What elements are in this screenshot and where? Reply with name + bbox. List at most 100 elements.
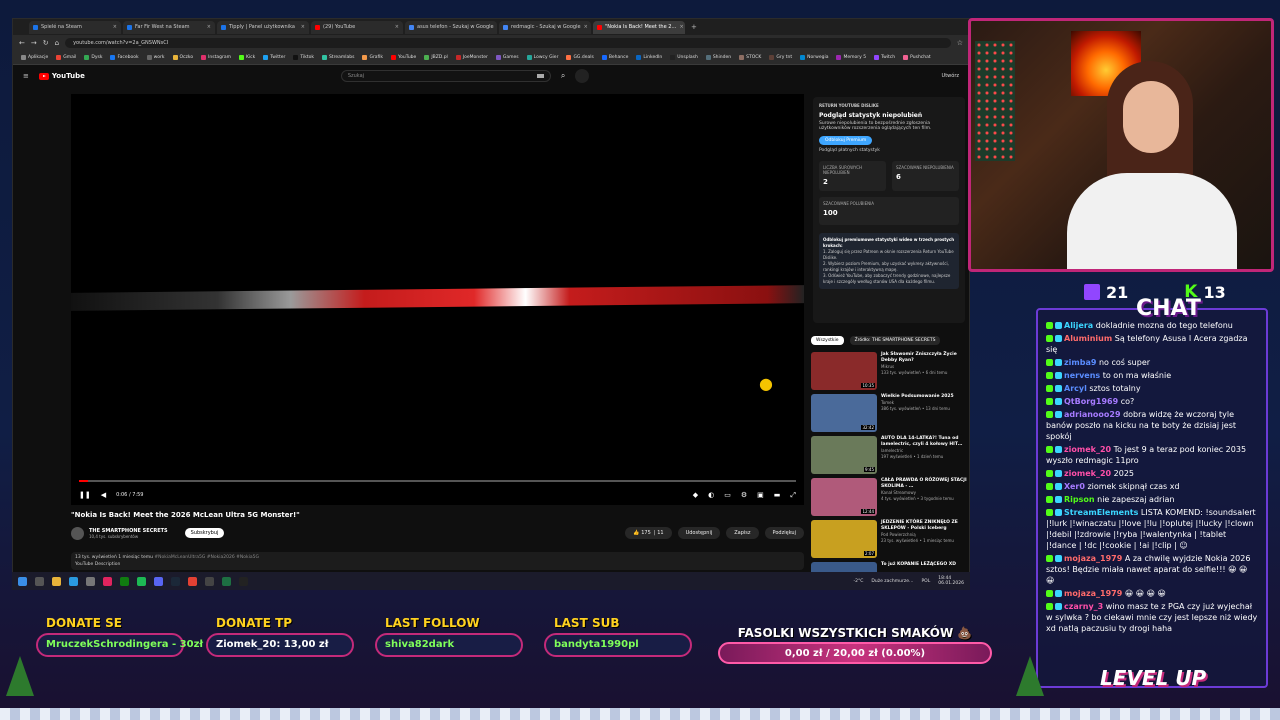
- bookmark-item[interactable]: Dysk: [84, 55, 102, 60]
- chat-username[interactable]: Arcyl: [1064, 384, 1087, 393]
- browser-tab[interactable]: asus telefon - Szukaj w Google×: [405, 20, 497, 34]
- close-icon[interactable]: ×: [584, 24, 588, 30]
- fullscreen-icon[interactable]: ⤢: [790, 491, 796, 500]
- bookmark-item[interactable]: Oczko: [172, 55, 193, 60]
- recommended-video[interactable]: 12:44 CAŁA PRAWDA O RÓŻOWEJ STACJI SKOLIM…: [811, 478, 969, 516]
- bookmark-item[interactable]: Unsplash: [670, 55, 698, 60]
- bookmark-item[interactable]: Pushchat: [903, 55, 931, 60]
- new-tab-icon[interactable]: +: [691, 23, 697, 31]
- bookmark-item[interactable]: Streamlabs: [321, 55, 354, 60]
- edge-icon[interactable]: [69, 576, 78, 586]
- theater-icon[interactable]: ▬: [774, 491, 781, 500]
- chip-all[interactable]: Wszystkie: [811, 336, 844, 345]
- recommended-video[interactable]: 9:45 AUTO DLA 14-LATKA?! Tuna od lamelect…: [811, 436, 969, 474]
- menu-icon[interactable]: ≡: [23, 72, 29, 80]
- keyboard-icon[interactable]: [536, 74, 544, 78]
- pause-icon[interactable]: ❚❚: [79, 491, 91, 499]
- settings-gear-icon[interactable]: ⚙: [741, 491, 747, 500]
- browser-tab[interactable]: Spielé na Steam ×: [29, 20, 121, 34]
- tiktok-icon[interactable]: [103, 576, 112, 586]
- chrome-icon[interactable]: [188, 576, 197, 586]
- autoplay-toggle-icon[interactable]: ◐: [708, 491, 714, 500]
- chat-username[interactable]: mojaza_1979: [1064, 554, 1122, 563]
- back-icon[interactable]: ←: [19, 39, 25, 47]
- search-icon[interactable]: ⌕: [561, 71, 565, 81]
- share-button[interactable]: Udostępnij: [677, 527, 721, 539]
- recommended-video[interactable]: 32:42 Wielkie Podsumowanie 2025 Tomek 386 t…: [811, 394, 969, 432]
- chat-username[interactable]: mojaza_1979: [1064, 589, 1122, 598]
- bookmark-item[interactable]: Tiktok: [293, 55, 314, 60]
- obs-icon[interactable]: [205, 576, 214, 586]
- language-indicator[interactable]: POL: [921, 579, 930, 584]
- bookmark-item[interactable]: YouTube: [391, 55, 416, 60]
- terminal-icon[interactable]: [239, 576, 248, 586]
- browser-tab[interactable]: (29) YouTube ×: [311, 20, 403, 34]
- url-field[interactable]: youtube.com/watch?v=2a_GNSWNsCI: [65, 38, 951, 48]
- like-button[interactable]: 👍 175 | 11: [625, 527, 672, 539]
- clock[interactable]: 18:44 06.01.2026: [938, 576, 964, 586]
- chat-username[interactable]: nervens: [1064, 371, 1100, 380]
- browser-tab[interactable]: redmagic - Szukaj w Google ×: [499, 20, 591, 34]
- video-title[interactable]: Jak Sławomir Zniszczyła Życie Debby Ryan…: [881, 352, 969, 364]
- search-input[interactable]: Szukaj: [340, 70, 551, 82]
- weather-temp[interactable]: -2°C: [854, 579, 864, 584]
- bookmark-item[interactable]: Grafik: [362, 55, 383, 60]
- bookmark-item[interactable]: Facebook: [110, 55, 139, 60]
- xbox-icon[interactable]: [120, 576, 129, 586]
- thanks-button[interactable]: Podziękuj: [764, 527, 804, 539]
- video-thumbnail[interactable]: 9:45: [811, 436, 877, 474]
- save-button[interactable]: Zapisz: [726, 527, 759, 539]
- excel-icon[interactable]: [222, 576, 231, 586]
- video-thumbnail[interactable]: 12:44: [811, 478, 877, 516]
- channel-name[interactable]: THE SMARTPHONE SECRETS: [89, 528, 168, 534]
- video-title[interactable]: CAŁA PRAWDA O RÓŻOWEJ STACJI SKOLIMA - …: [881, 478, 969, 490]
- star-icon[interactable]: ☆: [957, 39, 963, 47]
- bookmark-item[interactable]: Aplikacje: [21, 55, 48, 60]
- chat-username[interactable]: Aluminium: [1064, 334, 1112, 343]
- chat-username[interactable]: Ripson: [1064, 495, 1095, 504]
- browser-tab[interactable]: Tipply | Panel użytkownika ×: [217, 20, 309, 34]
- search-icon[interactable]: [35, 576, 44, 586]
- bookmark-item[interactable]: LinkedIn: [636, 55, 662, 60]
- bookmark-item[interactable]: Lowcy Gier: [526, 55, 558, 60]
- discord-icon[interactable]: [154, 576, 163, 586]
- bookmark-item[interactable]: Gry tnt: [769, 55, 792, 60]
- bookmark-item[interactable]: Twitch: [874, 55, 895, 60]
- chat-username[interactable]: adrianooo29: [1064, 410, 1121, 419]
- forward-icon[interactable]: →: [31, 39, 37, 47]
- channel-avatar[interactable]: [71, 526, 84, 540]
- steam-icon[interactable]: [171, 576, 180, 586]
- recommended-video[interactable]: 10:35 Jak Sławomir Zniszczyła Życie Debby…: [811, 352, 969, 390]
- youtube-logo[interactable]: YouTube: [38, 72, 85, 80]
- folder-icon[interactable]: [52, 576, 61, 586]
- microphone-icon[interactable]: [575, 69, 590, 83]
- chat-username[interactable]: zimba9: [1064, 358, 1096, 367]
- video-description[interactable]: 13 tys. wyświetleń 1 miesiąc temu #Nokia…: [71, 552, 804, 570]
- bookmark-item[interactable]: JBZD.pl: [424, 55, 448, 60]
- recommended-video[interactable]: 2:07 JEDZENIE KTÓRE ZNIKNĘŁO ZE SKLEPÓW -…: [811, 520, 969, 558]
- video-title[interactable]: To już KOPANIE LEŻĄCEGO XD: [881, 562, 956, 568]
- close-icon[interactable]: ×: [207, 24, 211, 30]
- video-player[interactable]: ● ❚❚ ◀ 0:06 / 7:59 ◆ ◐ ▭ ⚙ ▣ ▬ ⤢: [71, 94, 804, 505]
- chat-username[interactable]: ziomek_20: [1064, 445, 1111, 454]
- bookmark-item[interactable]: Shinden: [705, 55, 731, 60]
- home-icon[interactable]: ⌂: [55, 39, 59, 47]
- subscribe-button[interactable]: Subskrybuj: [184, 528, 225, 538]
- store-icon[interactable]: [86, 576, 95, 586]
- bookmark-item[interactable]: Behance: [601, 55, 628, 60]
- browser-tab[interactable]: Far Fir West na Steam ×: [123, 20, 215, 34]
- video-title[interactable]: JEDZENIE KTÓRE ZNIKNĘŁO ZE SKLEPÓW - Pol…: [881, 520, 969, 532]
- bookmark-item[interactable]: GG.deals: [566, 55, 594, 60]
- close-icon[interactable]: ×: [395, 24, 399, 30]
- video-thumbnail[interactable]: 32:42: [811, 394, 877, 432]
- bookmark-item[interactable]: STOCK: [739, 55, 761, 60]
- video-title[interactable]: AUTO DLA 14-LATKA?! Tuna od lamelectric,…: [881, 436, 969, 448]
- bookmark-item[interactable]: Twitter: [263, 55, 285, 60]
- video-progress-bar[interactable]: [79, 480, 796, 482]
- chip-source[interactable]: Źródło: THE SMARTPHONE SECRETS: [849, 336, 941, 345]
- bookmark-item[interactable]: Norwegia: [800, 55, 828, 60]
- spotify-icon[interactable]: [137, 576, 146, 586]
- close-icon[interactable]: ×: [679, 24, 683, 30]
- volume-icon[interactable]: ◀: [101, 491, 106, 499]
- bookmark-item[interactable]: Memory 5: [836, 55, 866, 60]
